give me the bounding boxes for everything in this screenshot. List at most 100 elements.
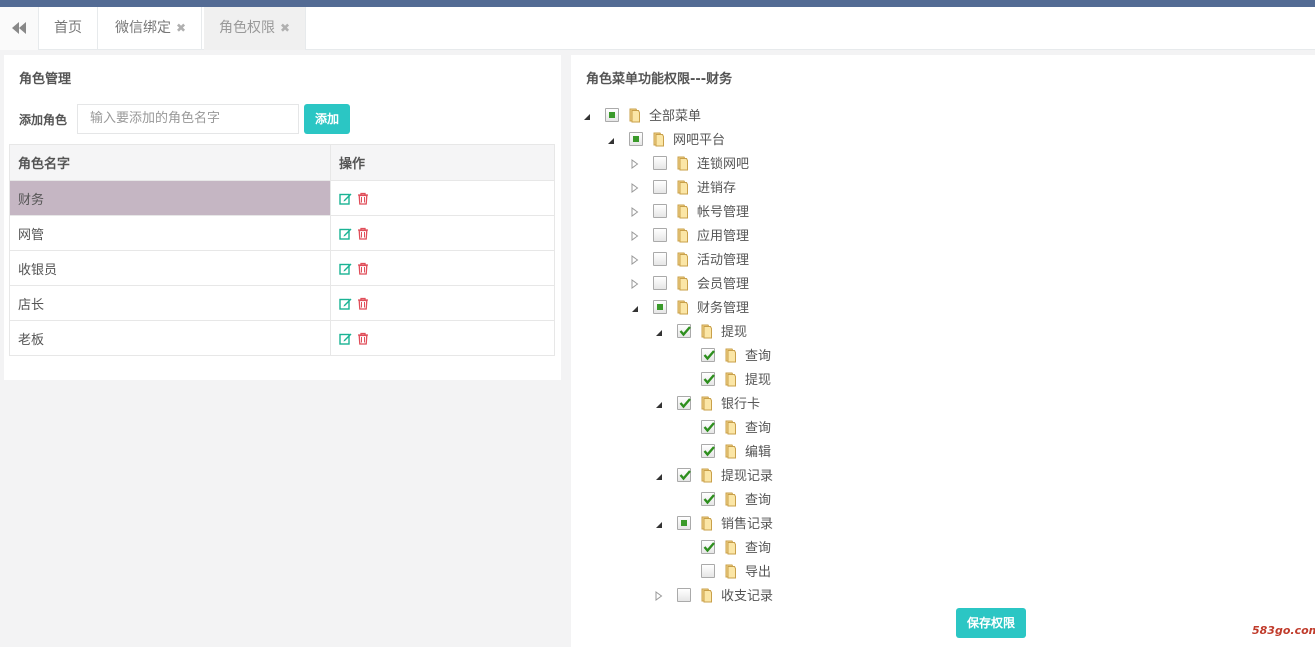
tree-checkbox[interactable] bbox=[629, 132, 643, 146]
actions-cell bbox=[330, 285, 555, 321]
collapsed-triangle-icon[interactable] bbox=[631, 254, 639, 265]
expanded-triangle-icon[interactable] bbox=[655, 398, 663, 408]
tree-checkbox[interactable] bbox=[677, 324, 691, 338]
panel-title: 角色管理 bbox=[19, 72, 72, 87]
tree-node-label[interactable]: 提现 bbox=[745, 369, 771, 388]
collapsed-triangle-icon[interactable] bbox=[631, 158, 639, 169]
tree-checkbox[interactable] bbox=[653, 300, 667, 314]
tree-node-label[interactable]: 连锁网吧 bbox=[697, 153, 749, 172]
tree-checkbox[interactable] bbox=[701, 348, 715, 362]
tree-checkbox[interactable] bbox=[653, 204, 667, 218]
collapsed-triangle-icon[interactable] bbox=[631, 278, 639, 289]
collapsed-triangle-icon[interactable] bbox=[631, 230, 639, 241]
edit-icon[interactable] bbox=[339, 332, 352, 345]
tree-checkbox[interactable] bbox=[605, 108, 619, 122]
tree-checkbox[interactable] bbox=[701, 492, 715, 506]
tree-checkbox[interactable] bbox=[677, 396, 691, 410]
watermark: 583go.com bbox=[1252, 624, 1315, 637]
trash-icon[interactable] bbox=[357, 262, 370, 275]
tree-checkbox[interactable] bbox=[653, 276, 667, 290]
tree-checkbox[interactable] bbox=[653, 180, 667, 194]
close-icon[interactable]: ✖ bbox=[176, 7, 186, 50]
tree-node-label[interactable]: 进销存 bbox=[697, 177, 736, 196]
tree-node-label[interactable]: 编辑 bbox=[745, 441, 771, 460]
tree-checkbox[interactable] bbox=[701, 444, 715, 458]
table-row[interactable]: 收银员 bbox=[9, 250, 555, 286]
tree-node-label[interactable]: 收支记录 bbox=[721, 585, 773, 604]
collapsed-triangle-icon[interactable] bbox=[631, 206, 639, 217]
edit-icon[interactable] bbox=[339, 262, 352, 275]
trash-icon[interactable] bbox=[357, 297, 370, 310]
collapsed-triangle-icon[interactable] bbox=[631, 182, 639, 193]
actions-cell bbox=[330, 180, 555, 216]
role-management-panel: 角色管理 添加角色 输入要添加的角色名字 添加 角色名字 操作 财务 网管 收银员店… bbox=[4, 55, 561, 380]
tab-label: 角色权限 bbox=[219, 20, 275, 36]
tree-node-label[interactable]: 全部菜单 bbox=[649, 105, 701, 124]
tree-node-label[interactable]: 帐号管理 bbox=[697, 201, 749, 220]
collapsed-triangle-icon[interactable] bbox=[655, 590, 663, 601]
tree-checkbox[interactable] bbox=[653, 228, 667, 242]
folder-icon bbox=[675, 227, 691, 243]
tree-checkbox[interactable] bbox=[677, 516, 691, 530]
tree-checkbox[interactable] bbox=[677, 588, 691, 602]
tab-home[interactable]: 首页 bbox=[39, 7, 98, 50]
tree-node-label[interactable]: 提现记录 bbox=[721, 465, 773, 484]
tree-node-label[interactable]: 银行卡 bbox=[721, 393, 760, 412]
folder-icon bbox=[675, 299, 691, 315]
panel-title: 角色菜单功能权限---财务 bbox=[586, 72, 733, 87]
save-permission-button[interactable]: 保存权限 bbox=[956, 608, 1026, 638]
table-row[interactable]: 店长 bbox=[9, 285, 555, 321]
tree-node-label[interactable]: 网吧平台 bbox=[673, 129, 725, 148]
edit-icon[interactable] bbox=[339, 192, 352, 205]
table-row[interactable]: 网管 bbox=[9, 215, 555, 251]
column-header-actions: 操作 bbox=[330, 144, 555, 181]
folder-icon bbox=[723, 347, 739, 363]
table-row[interactable]: 老板 bbox=[9, 320, 555, 356]
tree-checkbox[interactable] bbox=[653, 252, 667, 266]
tab-role-permission[interactable]: 角色权限 ✖ bbox=[204, 7, 307, 50]
tab-scroll-left-button[interactable] bbox=[0, 7, 39, 50]
tree-checkbox[interactable] bbox=[701, 564, 715, 578]
folder-icon bbox=[723, 443, 739, 459]
expanded-triangle-icon[interactable] bbox=[655, 470, 663, 480]
tree-checkbox[interactable] bbox=[677, 468, 691, 482]
expanded-triangle-icon[interactable] bbox=[607, 134, 615, 144]
tree-node-label[interactable]: 提现 bbox=[721, 321, 747, 340]
tree-checkbox[interactable] bbox=[653, 156, 667, 170]
folder-icon bbox=[699, 587, 715, 603]
tree-node-label[interactable]: 查询 bbox=[745, 345, 771, 364]
tree-node-label[interactable]: 查询 bbox=[745, 489, 771, 508]
tree-node-label[interactable]: 销售记录 bbox=[721, 513, 773, 532]
trash-icon[interactable] bbox=[357, 192, 370, 205]
trash-icon[interactable] bbox=[357, 332, 370, 345]
table-row[interactable]: 财务 bbox=[9, 180, 555, 216]
folder-icon bbox=[723, 539, 739, 555]
folder-icon bbox=[675, 203, 691, 219]
edit-icon[interactable] bbox=[339, 227, 352, 240]
tree-checkbox[interactable] bbox=[701, 372, 715, 386]
tree-node-label[interactable]: 查询 bbox=[745, 537, 771, 556]
close-icon[interactable]: ✖ bbox=[280, 7, 290, 50]
tab-wechat-bind[interactable]: 微信绑定 ✖ bbox=[100, 7, 203, 50]
tree-checkbox[interactable] bbox=[701, 540, 715, 554]
tree-node-label[interactable]: 应用管理 bbox=[697, 225, 749, 244]
tree-node-label[interactable]: 查询 bbox=[745, 417, 771, 436]
role-name-cell: 店长 bbox=[9, 285, 331, 321]
expanded-triangle-icon[interactable] bbox=[583, 110, 591, 120]
expanded-triangle-icon[interactable] bbox=[655, 518, 663, 528]
tree-checkbox[interactable] bbox=[701, 420, 715, 434]
folder-icon bbox=[723, 371, 739, 387]
tree-node-label[interactable]: 会员管理 bbox=[697, 273, 749, 292]
expanded-triangle-icon[interactable] bbox=[631, 302, 639, 312]
expanded-triangle-icon[interactable] bbox=[655, 326, 663, 336]
folder-icon bbox=[651, 131, 667, 147]
tree-node-label[interactable]: 活动管理 bbox=[697, 249, 749, 268]
tree-node-label[interactable]: 导出 bbox=[745, 561, 771, 580]
add-role-button[interactable]: 添加 bbox=[304, 104, 350, 134]
folder-icon bbox=[699, 323, 715, 339]
trash-icon[interactable] bbox=[357, 227, 370, 240]
edit-icon[interactable] bbox=[339, 297, 352, 310]
tree-node-label[interactable]: 财务管理 bbox=[697, 297, 749, 316]
role-name-input[interactable]: 输入要添加的角色名字 bbox=[77, 104, 299, 134]
role-name-cell: 财务 bbox=[9, 180, 331, 216]
